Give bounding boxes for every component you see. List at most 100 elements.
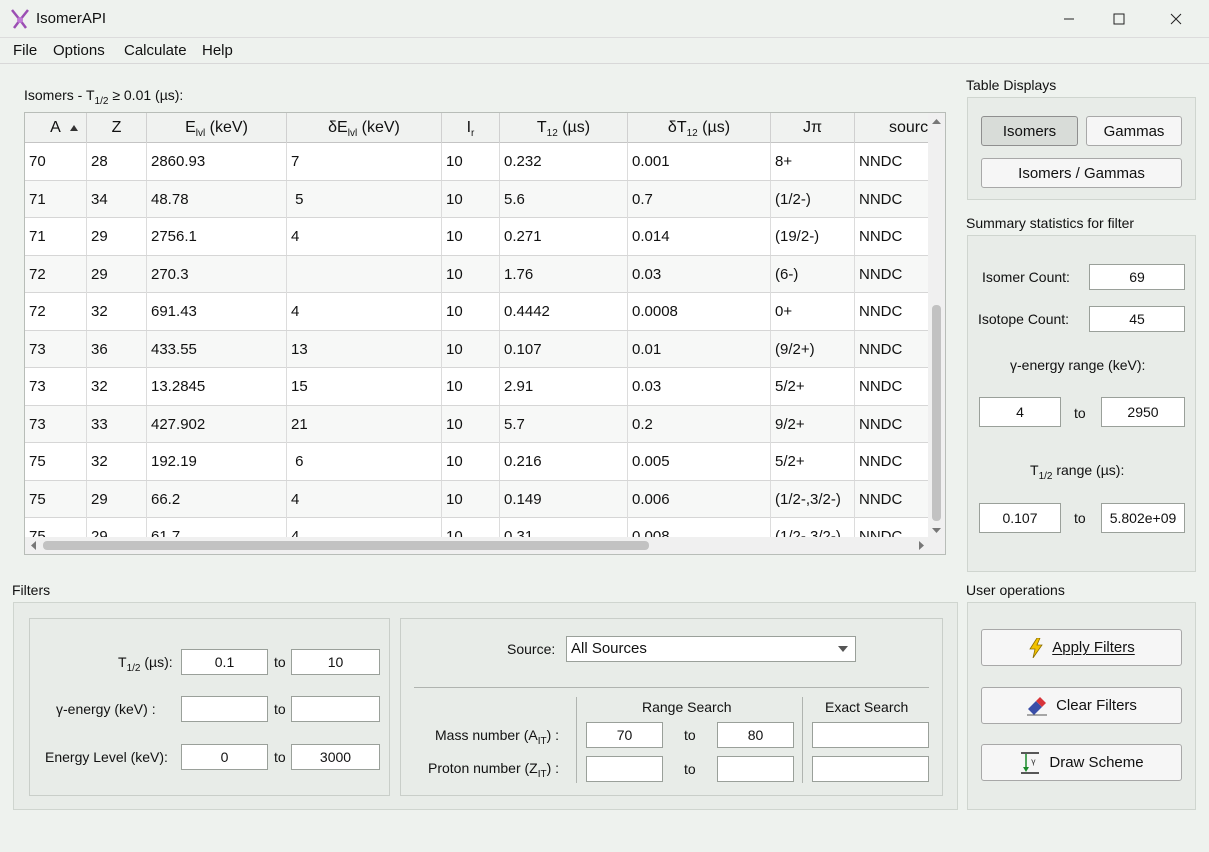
cell-a[interactable]: 72: [25, 293, 87, 330]
source-select[interactable]: All Sources: [566, 636, 856, 662]
cell-dt12[interactable]: 0.03: [628, 255, 771, 293]
isomer-count-field[interactable]: 69: [1089, 264, 1185, 290]
cell-jpi[interactable]: 8+: [771, 143, 855, 180]
cell-dt12[interactable]: 0.005: [628, 443, 771, 480]
cell-z[interactable]: 28: [87, 143, 147, 180]
cell-delvl[interactable]: 15: [287, 368, 442, 405]
menu-options[interactable]: Options: [53, 42, 105, 59]
table-row[interactable]: 72 29 270.3 10 1.76 0.03 (6-) NNDC: [25, 255, 930, 293]
cell-t12[interactable]: 0.271: [500, 218, 628, 255]
energy-max-input[interactable]: 3000: [291, 744, 380, 770]
cell-jpi[interactable]: 5/2+: [771, 368, 855, 405]
t12-range-min-field[interactable]: 0.107: [979, 503, 1061, 533]
cell-a[interactable]: 71: [25, 218, 87, 255]
cell-ir[interactable]: 10: [442, 218, 500, 255]
cell-z[interactable]: 34: [87, 180, 147, 218]
apply-filters-button[interactable]: Apply Filters: [981, 629, 1182, 666]
cell-t12[interactable]: 0.31: [500, 518, 628, 539]
mass-max-input[interactable]: 80: [717, 722, 794, 748]
cell-source[interactable]: NNDC: [855, 406, 930, 443]
cell-jpi[interactable]: 0+: [771, 293, 855, 330]
cell-ir[interactable]: 10: [442, 255, 500, 293]
cell-source[interactable]: NNDC: [855, 481, 930, 518]
cell-a[interactable]: 75: [25, 480, 87, 518]
cell-elvl[interactable]: 192.19: [147, 443, 287, 480]
scroll-left-icon[interactable]: [27, 537, 41, 554]
cell-source[interactable]: NNDC: [855, 331, 930, 368]
cell-jpi[interactable]: (19/2-): [771, 218, 855, 255]
cell-dt12[interactable]: 0.014: [628, 218, 771, 255]
cell-ir[interactable]: 10: [442, 330, 500, 368]
table-row[interactable]: 71 34 48.78 5 10 5.6 0.7 (1/2-) NNDC: [25, 180, 930, 218]
column-header-a[interactable]: A: [25, 113, 87, 143]
menu-file[interactable]: File: [13, 42, 37, 59]
cell-elvl[interactable]: 691.43: [147, 293, 287, 330]
cell-source[interactable]: NNDC: [855, 293, 930, 330]
column-header-t12[interactable]: T12 (µs): [500, 113, 628, 143]
isomers-gammas-display-button[interactable]: Isomers / Gammas: [981, 158, 1182, 188]
cell-t12[interactable]: 0.216: [500, 443, 628, 480]
minimize-button[interactable]: [1046, 0, 1092, 38]
cell-ir[interactable]: 10: [442, 368, 500, 405]
cell-source[interactable]: NNDC: [855, 143, 930, 180]
clear-filters-button[interactable]: Clear Filters: [981, 687, 1182, 724]
cell-a[interactable]: 75: [25, 443, 87, 480]
cell-z[interactable]: 29: [87, 255, 147, 293]
gamma-max-input[interactable]: [291, 696, 380, 722]
cell-t12[interactable]: 0.4442: [500, 293, 628, 330]
gammas-display-button[interactable]: Gammas: [1086, 116, 1182, 146]
column-header-elvl[interactable]: Elvl (keV): [147, 113, 287, 143]
cell-a[interactable]: 70: [25, 143, 87, 180]
isomer-table[interactable]: A Z Elvl (keV) δElvl (keV) Ir T12 (µs) δT12 (µ…: [24, 112, 946, 555]
table-row[interactable]: 73 36 433.55 13 10 0.107 0.01 (9/2+) NNDC: [25, 330, 930, 368]
cell-source[interactable]: NNDC: [855, 181, 930, 218]
table-row[interactable]: 73 33 427.902 21 10 5.7 0.2 9/2+ NNDC: [25, 405, 930, 443]
cell-elvl[interactable]: 2860.93: [147, 143, 287, 180]
table-row[interactable]: 70 28 2860.93 7 10 0.232 0.001 8+ NNDC: [25, 143, 930, 181]
cell-a[interactable]: 75: [25, 518, 87, 539]
horizontal-scroll-thumb[interactable]: [43, 541, 649, 550]
cell-elvl[interactable]: 48.78: [147, 180, 287, 218]
cell-t12[interactable]: 5.6: [500, 180, 628, 218]
cell-z[interactable]: 29: [87, 218, 147, 255]
cell-elvl[interactable]: 427.902: [147, 405, 287, 443]
proton-exact-input[interactable]: [812, 756, 929, 782]
cell-elvl[interactable]: 270.3: [147, 255, 287, 293]
draw-scheme-button[interactable]: γ Draw Scheme: [981, 744, 1182, 781]
cell-t12[interactable]: 0.107: [500, 330, 628, 368]
chevron-down-icon[interactable]: [831, 637, 855, 661]
energy-min-input[interactable]: 0: [181, 744, 268, 770]
table-row[interactable]: 73 32 13.2845 15 10 2.91 0.03 5/2+ NNDC: [25, 368, 930, 406]
cell-a[interactable]: 72: [25, 255, 87, 293]
cell-jpi[interactable]: (6-): [771, 255, 855, 293]
cell-source[interactable]: NNDC: [855, 443, 930, 480]
proton-max-input[interactable]: [717, 756, 794, 782]
cell-t12[interactable]: 0.149: [500, 480, 628, 518]
cell-t12[interactable]: 5.7: [500, 405, 628, 443]
proton-min-input[interactable]: [586, 756, 663, 782]
table-row[interactable]: 72 32 691.43 4 10 0.4442 0.0008 0+ NNDC: [25, 293, 930, 331]
cell-jpi[interactable]: (1/2-): [771, 180, 855, 218]
cell-ir[interactable]: 10: [442, 143, 500, 180]
column-header-z[interactable]: Z: [87, 113, 147, 143]
t12-min-input[interactable]: 0.1: [181, 649, 268, 675]
cell-jpi[interactable]: 9/2+: [771, 405, 855, 443]
cell-delvl[interactable]: 4: [287, 480, 442, 518]
cell-ir[interactable]: 10: [442, 180, 500, 218]
cell-dt12[interactable]: 0.7: [628, 180, 771, 218]
cell-z[interactable]: 32: [87, 368, 147, 405]
mass-exact-input[interactable]: [812, 722, 929, 748]
cell-t12[interactable]: 0.232: [500, 143, 628, 180]
cell-t12[interactable]: 2.91: [500, 368, 628, 405]
cell-jpi[interactable]: (9/2+): [771, 330, 855, 368]
column-header-source[interactable]: source: [855, 113, 935, 143]
menu-calculate[interactable]: Calculate: [124, 42, 187, 59]
cell-source[interactable]: NNDC: [855, 218, 930, 255]
cell-a[interactable]: 73: [25, 405, 87, 443]
cell-t12[interactable]: 1.76: [500, 255, 628, 293]
cell-dt12[interactable]: 0.006: [628, 480, 771, 518]
cell-ir[interactable]: 10: [442, 293, 500, 330]
horizontal-scrollbar[interactable]: [25, 537, 930, 554]
table-row[interactable]: 75 29 61.7 4 10 0.31 0.008 (1/2-,3/2-) NNDC: [25, 518, 930, 539]
cell-delvl[interactable]: 7: [287, 143, 442, 180]
